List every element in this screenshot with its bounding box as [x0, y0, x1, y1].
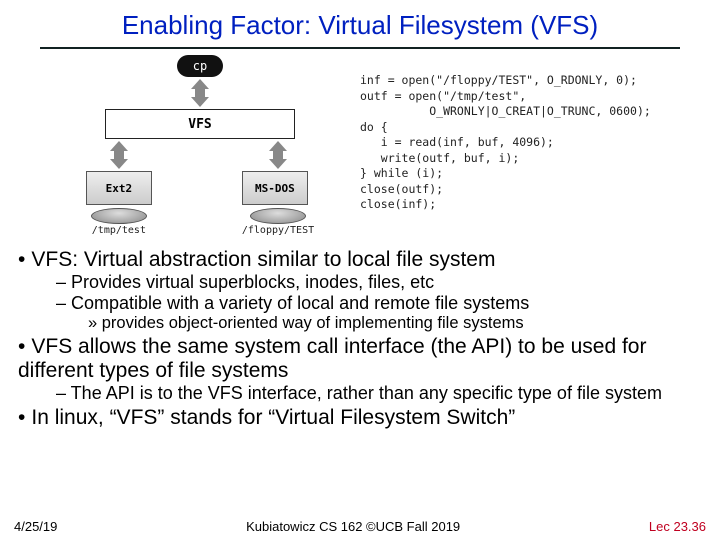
disk-icon — [250, 208, 306, 224]
bullet-text: VFS allows the same system call interfac… — [18, 335, 646, 382]
bullet-api: •VFS allows the same system call interfa… — [18, 335, 702, 383]
path-label: /floppy/TEST — [242, 225, 314, 236]
slide-footer: 4/25/19 Kubiatowicz CS 162 ©UCB Fall 201… — [0, 519, 720, 534]
bullet-linux-switch: •In linux, “VFS” stands for “Virtual Fil… — [18, 406, 702, 430]
double-arrow-icon — [268, 141, 288, 169]
upper-region: cp VFS Ext2 /tmp/test MS-DOS /floppy/TES… — [0, 49, 720, 242]
double-arrow-icon — [109, 141, 129, 169]
fs-box-msdos: MS-DOS — [242, 171, 308, 205]
bullet-oo: » provides object-oriented way of implem… — [88, 314, 702, 333]
fs-column-left: Ext2 /tmp/test — [86, 139, 152, 236]
footer-course: Kubiatowicz CS 162 ©UCB Fall 2019 — [246, 519, 460, 534]
footer-lecture-number: Lec 23.36 — [649, 519, 706, 534]
slide-title: Enabling Factor: Virtual Filesystem (VFS… — [40, 0, 680, 49]
code-snippet: inf = open("/floppy/TEST", O_RDONLY, 0);… — [360, 55, 651, 236]
bullet-text: VFS: Virtual abstraction similar to loca… — [31, 248, 495, 271]
disk-icon — [91, 208, 147, 224]
bullet-superblocks: – Provides virtual superblocks, inodes, … — [56, 272, 702, 293]
fs-box-ext2: Ext2 — [86, 171, 152, 205]
bullet-api-vfs: – The API is to the VFS interface, rathe… — [56, 383, 702, 404]
bullet-text: In linux, “VFS” stands for “Virtual File… — [31, 406, 515, 429]
vfs-diagram: cp VFS Ext2 /tmp/test MS-DOS /floppy/TES… — [60, 55, 340, 236]
footer-date: 4/25/19 — [14, 519, 57, 534]
double-arrow-icon — [190, 79, 210, 107]
bullet-list: •VFS: Virtual abstraction similar to loc… — [0, 242, 720, 430]
bullet-compatible: – Compatible with a variety of local and… — [56, 293, 702, 314]
bullet-vfs-abstraction: •VFS: Virtual abstraction similar to loc… — [18, 248, 702, 272]
fs-column-right: MS-DOS /floppy/TEST — [242, 139, 314, 236]
vfs-layer-box: VFS — [105, 109, 295, 139]
cp-process-bubble: cp — [177, 55, 223, 77]
path-label: /tmp/test — [86, 225, 152, 236]
